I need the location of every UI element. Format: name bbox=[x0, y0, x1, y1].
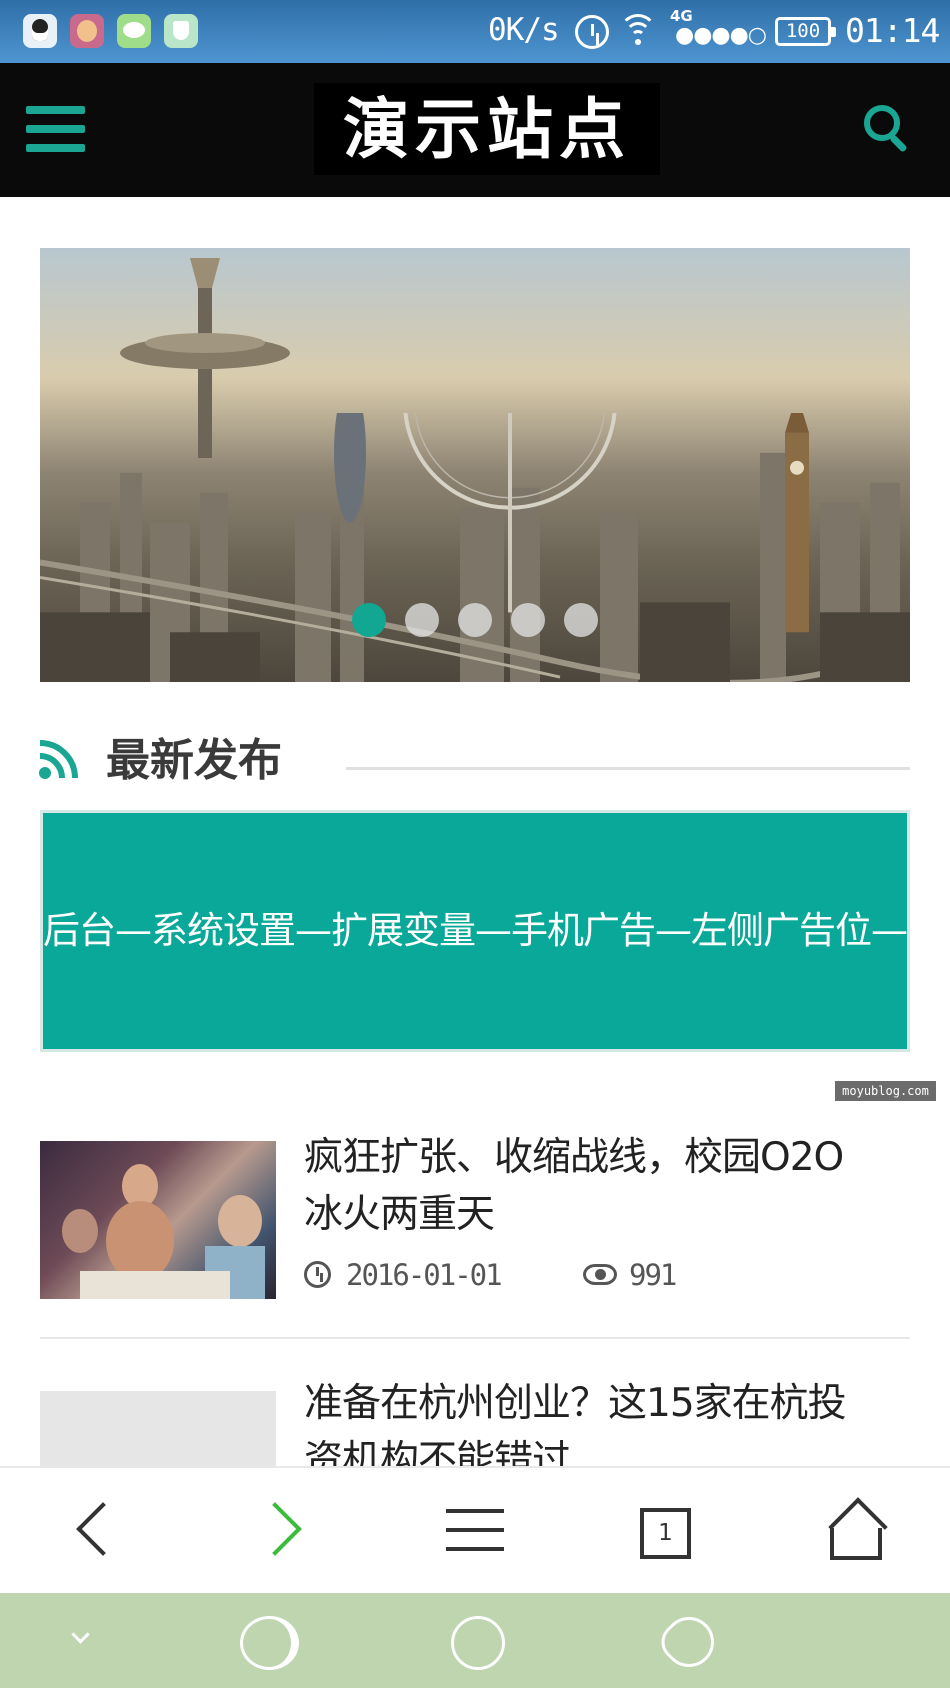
logo-text: 演示站点 bbox=[343, 90, 631, 168]
article-title-line-1: 疯狂扩张、收缩战线，校园O2O bbox=[304, 1135, 844, 1180]
article-title-line-2: 资机构不能错过 bbox=[304, 1438, 571, 1466]
tab-count: 1 bbox=[640, 1508, 691, 1559]
party-photo-image bbox=[62, 1164, 265, 1299]
watermark: moyublog.com bbox=[835, 1081, 936, 1101]
article-item[interactable]: 疯狂扩张、收缩战线，校园O2O 冰火两重天 2016-01-01 991 bbox=[40, 1129, 910, 1319]
article-title[interactable]: 疯狂扩张、收缩战线，校园O2O 冰火两重天 bbox=[304, 1129, 844, 1243]
eye-icon bbox=[583, 1264, 617, 1285]
section-divider bbox=[346, 767, 910, 770]
article-item[interactable]: 准备在杭州创业？这15家在杭投 资机构不能错过 bbox=[40, 1375, 910, 1466]
forward-button[interactable] bbox=[232, 1468, 352, 1593]
slider-dot-5[interactable] bbox=[564, 603, 598, 637]
article-title-line-2: 冰火两重天 bbox=[304, 1192, 495, 1237]
clock-icon bbox=[304, 1261, 331, 1288]
nav-home-button[interactable] bbox=[420, 1593, 530, 1688]
ad-banner-text: 后台—系统设置—扩展变量—手机广告—左侧广告位— bbox=[43, 909, 908, 952]
search-icon[interactable] bbox=[864, 105, 912, 153]
recent-apps-button[interactable] bbox=[210, 1593, 320, 1688]
collapse-chevron-icon[interactable] bbox=[22, 1593, 132, 1688]
status-bar: 0K/s 4G ●●●●○ 100 01:14 bbox=[0, 0, 950, 63]
signal-strength-icon: ●●●●○ bbox=[675, 23, 767, 48]
article-divider bbox=[40, 1337, 910, 1339]
back-button[interactable] bbox=[40, 1468, 160, 1593]
wechat-icon bbox=[117, 14, 151, 48]
clock-time: 01:14 bbox=[845, 11, 940, 50]
browser-menu-button[interactable] bbox=[416, 1468, 536, 1593]
slider-dot-4[interactable] bbox=[511, 603, 545, 637]
observation-tower-image bbox=[120, 258, 290, 458]
alarm-icon bbox=[575, 15, 609, 49]
network-speed: 0K/s bbox=[488, 12, 560, 48]
article-thumbnail[interactable] bbox=[40, 1141, 276, 1299]
browser-toolbar: 1 bbox=[0, 1466, 950, 1593]
battery-icon: 100 bbox=[775, 17, 836, 46]
game-app-icon bbox=[70, 14, 104, 48]
section-heading: 最新发布 bbox=[38, 728, 910, 794]
nav-back-button[interactable] bbox=[630, 1593, 740, 1688]
article-date: 2016-01-01 bbox=[346, 1258, 503, 1292]
article-title-line-1: 准备在杭州创业？这15家在杭投 bbox=[304, 1381, 847, 1426]
qq-icon bbox=[23, 14, 57, 48]
slider-dot-3[interactable] bbox=[458, 603, 492, 637]
article-views: 991 bbox=[629, 1258, 677, 1292]
rss-icon bbox=[39, 740, 78, 779]
section-title: 最新发布 bbox=[106, 735, 282, 786]
slider-dot-2[interactable] bbox=[405, 603, 439, 637]
article-thumbnail[interactable] bbox=[40, 1391, 276, 1466]
site-header: 演示站点 bbox=[0, 63, 950, 197]
site-logo[interactable]: 演示站点 bbox=[314, 83, 660, 175]
android-navigation-bar bbox=[0, 1593, 950, 1688]
slider-dot-1[interactable] bbox=[352, 603, 386, 637]
home-button[interactable] bbox=[802, 1468, 922, 1593]
battery-level: 100 bbox=[785, 20, 821, 42]
ad-banner[interactable]: 后台—系统设置—扩展变量—手机广告—左侧广告位— bbox=[40, 810, 910, 1052]
hamburger-menu-icon[interactable] bbox=[26, 106, 85, 152]
article-title[interactable]: 准备在杭州创业？这15家在杭投 资机构不能错过 bbox=[304, 1375, 847, 1466]
wifi-icon bbox=[618, 12, 658, 48]
article-meta: 2016-01-01 991 bbox=[304, 1258, 704, 1294]
security-shield-icon bbox=[164, 14, 198, 48]
tabs-button[interactable]: 1 bbox=[604, 1468, 724, 1593]
